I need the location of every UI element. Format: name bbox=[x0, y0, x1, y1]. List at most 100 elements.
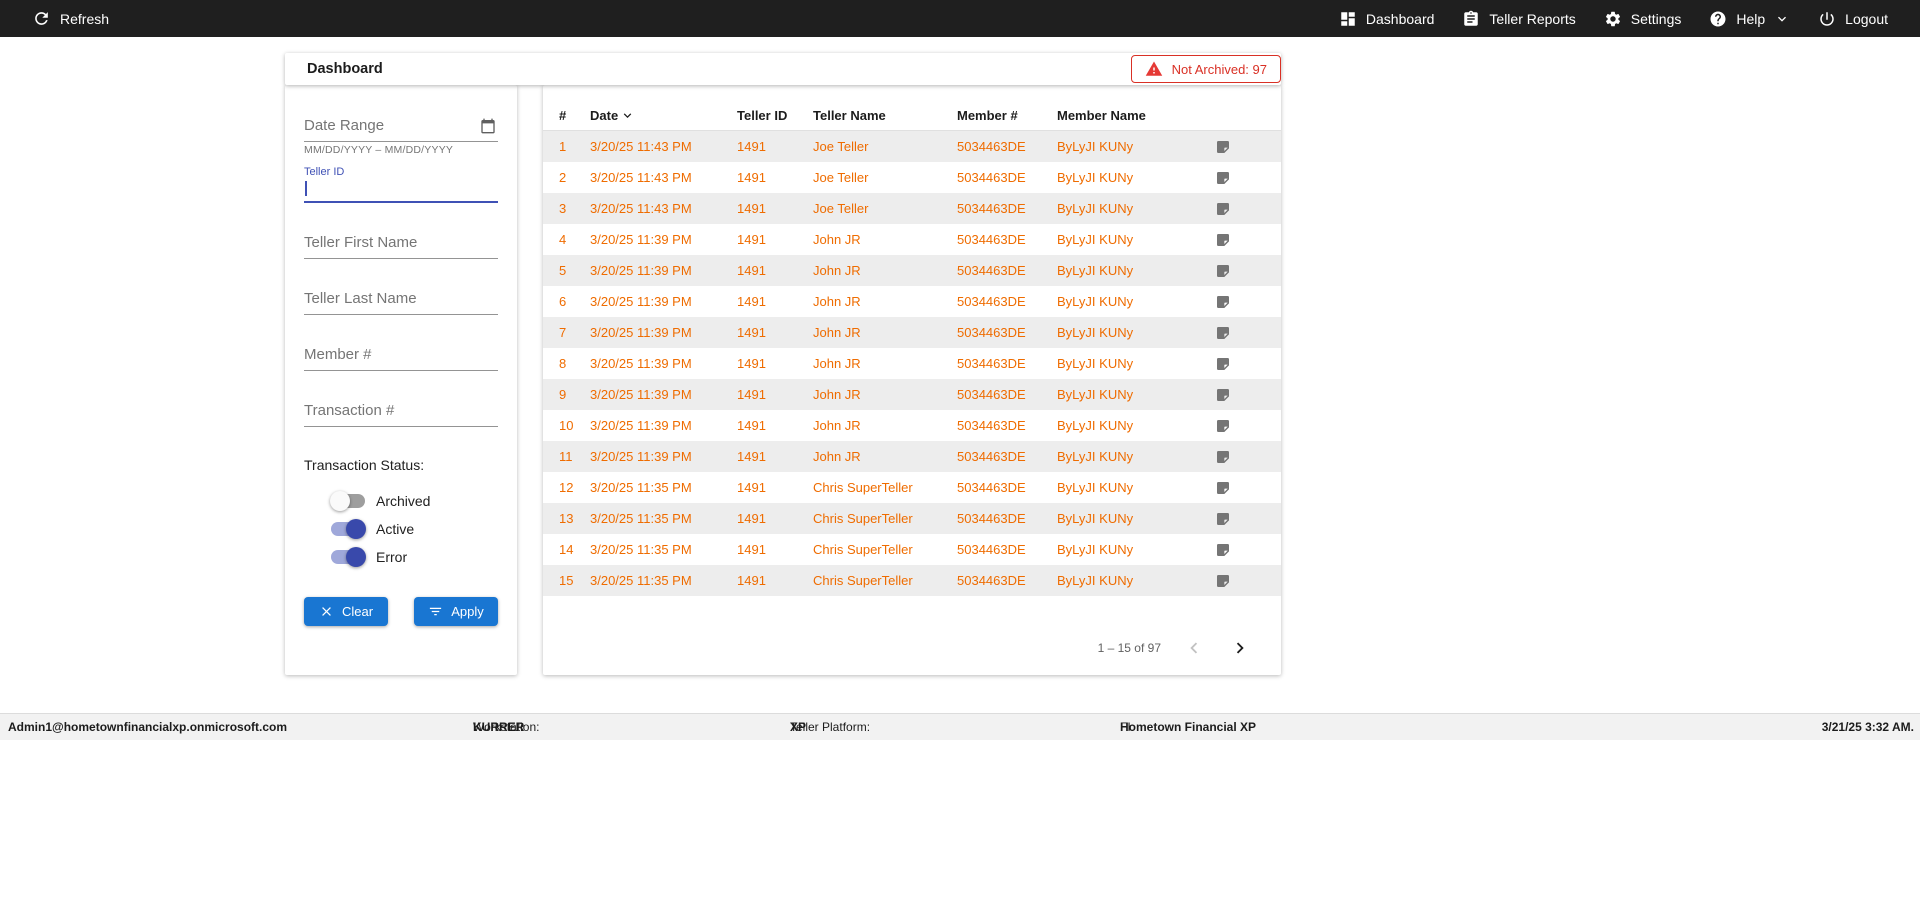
table-row[interactable]: 13 3/20/25 11:35 PM 1491 Chris SuperTell… bbox=[543, 503, 1281, 534]
top-navbar: Refresh Dashboard Teller Reports Setting… bbox=[0, 0, 1920, 37]
cell-notes bbox=[1215, 263, 1281, 279]
not-archived-badge: Not Archived: 97 bbox=[1130, 55, 1281, 83]
cell-date: 3/20/25 11:35 PM bbox=[590, 511, 692, 526]
cell-teller-name: John JR bbox=[813, 294, 861, 309]
archived-switch[interactable] bbox=[330, 491, 366, 511]
table-row[interactable]: 5 3/20/25 11:39 PM 1491 John JR 5034463D… bbox=[543, 255, 1281, 286]
toggle-error[interactable]: Error bbox=[330, 543, 498, 571]
filter-panel: MM/DD/YYYY – MM/DD/YYYY Teller ID Transa… bbox=[285, 85, 517, 675]
cell-teller-name: John JR bbox=[813, 387, 861, 402]
note-icon[interactable] bbox=[1215, 356, 1231, 372]
note-icon[interactable] bbox=[1215, 449, 1231, 465]
cell-notes bbox=[1215, 573, 1281, 589]
note-icon[interactable] bbox=[1215, 387, 1231, 403]
toggle-active[interactable]: Active bbox=[330, 515, 498, 543]
cell-date: 3/20/25 11:39 PM bbox=[590, 294, 692, 309]
nav-settings-label: Settings bbox=[1630, 10, 1682, 27]
nav-dashboard-label: Dashboard bbox=[1365, 10, 1435, 27]
cell-notes bbox=[1215, 480, 1281, 496]
member-number-input[interactable] bbox=[304, 340, 498, 371]
note-icon[interactable] bbox=[1215, 139, 1231, 155]
table-row[interactable]: 12 3/20/25 11:35 PM 1491 Chris SuperTell… bbox=[543, 472, 1281, 503]
note-icon[interactable] bbox=[1215, 573, 1231, 589]
cell-member-name: ByLyJI KUNy bbox=[1057, 356, 1134, 371]
cell-teller-name: John JR bbox=[813, 418, 861, 433]
nav-help[interactable]: Help bbox=[1695, 0, 1804, 37]
teller-last-name-input[interactable] bbox=[304, 284, 498, 315]
teller-id-field bbox=[304, 178, 498, 203]
cell-teller-id: 1491 bbox=[737, 356, 766, 371]
note-icon[interactable] bbox=[1215, 418, 1231, 434]
apply-button[interactable]: Apply bbox=[414, 597, 498, 626]
table-row[interactable]: 10 3/20/25 11:39 PM 1491 John JR 5034463… bbox=[543, 410, 1281, 441]
cell-teller-id: 1491 bbox=[737, 449, 766, 464]
table-row[interactable]: 7 3/20/25 11:39 PM 1491 John JR 5034463D… bbox=[543, 317, 1281, 348]
chevron-right-icon bbox=[1236, 642, 1244, 654]
cell-date: 3/20/25 11:43 PM bbox=[590, 170, 692, 185]
cell-notes bbox=[1215, 449, 1281, 465]
teller-id-input[interactable] bbox=[304, 178, 498, 203]
nav-logout[interactable]: Logout bbox=[1804, 0, 1902, 37]
cell-member-number: 5034463DE bbox=[957, 294, 1026, 309]
cell-date: 3/20/25 11:35 PM bbox=[590, 573, 692, 588]
refresh-button[interactable]: Refresh bbox=[18, 0, 123, 37]
table-row[interactable]: 11 3/20/25 11:39 PM 1491 John JR 5034463… bbox=[543, 441, 1281, 472]
nav-settings[interactable]: Settings bbox=[1590, 0, 1696, 37]
cell-member-number: 5034463DE bbox=[957, 511, 1026, 526]
help-icon bbox=[1710, 11, 1726, 26]
cell-row-number: 1 bbox=[559, 139, 567, 154]
cell-member-number: 5034463DE bbox=[957, 387, 1026, 402]
table-row[interactable]: 15 3/20/25 11:35 PM 1491 Chris SuperTell… bbox=[543, 565, 1281, 596]
note-icon[interactable] bbox=[1215, 232, 1231, 248]
teller-first-name-input[interactable] bbox=[304, 228, 498, 259]
cell-date: 3/20/25 11:39 PM bbox=[590, 263, 692, 278]
cell-member-number: 5034463DE bbox=[957, 170, 1026, 185]
table-row[interactable]: 14 3/20/25 11:35 PM 1491 Chris SuperTell… bbox=[543, 534, 1281, 565]
pagination: 1 – 15 of 97 bbox=[1098, 635, 1253, 661]
toggle-archived[interactable]: Archived bbox=[330, 487, 498, 515]
note-icon[interactable] bbox=[1215, 170, 1231, 186]
table-row[interactable]: 8 3/20/25 11:39 PM 1491 John JR 5034463D… bbox=[543, 348, 1281, 379]
cell-member-name: ByLyJI KUNy bbox=[1057, 170, 1134, 185]
cell-row-number: 14 bbox=[559, 542, 574, 557]
transaction-number-input[interactable] bbox=[304, 396, 498, 427]
note-icon[interactable] bbox=[1215, 480, 1231, 496]
note-icon[interactable] bbox=[1215, 542, 1231, 558]
col-date-sort[interactable]: Date bbox=[590, 108, 737, 123]
date-range-field bbox=[304, 111, 498, 142]
error-toggle-label: Error bbox=[376, 549, 408, 565]
clear-button[interactable]: Clear bbox=[304, 597, 388, 626]
table-row[interactable]: 1 3/20/25 11:43 PM 1491 Joe Teller 50344… bbox=[543, 131, 1281, 162]
cell-date: 3/20/25 11:39 PM bbox=[590, 449, 692, 464]
note-icon[interactable] bbox=[1215, 263, 1231, 279]
teller-last-name-field bbox=[304, 284, 498, 315]
date-range-input[interactable] bbox=[304, 111, 498, 142]
col-date-label: Date bbox=[590, 108, 619, 123]
platform-label: Teller Platform: bbox=[790, 720, 871, 734]
teller-id-label: Teller ID bbox=[304, 166, 345, 178]
next-page-button[interactable] bbox=[1227, 635, 1253, 661]
note-icon[interactable] bbox=[1215, 201, 1231, 217]
cell-row-number: 2 bbox=[559, 170, 567, 185]
cell-teller-id: 1491 bbox=[737, 139, 766, 154]
note-icon[interactable] bbox=[1215, 294, 1231, 310]
nav-teller-reports-label: Teller Reports bbox=[1489, 10, 1576, 27]
table-row[interactable]: 6 3/20/25 11:39 PM 1491 John JR 5034463D… bbox=[543, 286, 1281, 317]
table-row[interactable]: 4 3/20/25 11:39 PM 1491 John JR 5034463D… bbox=[543, 224, 1281, 255]
table-row[interactable]: 2 3/20/25 11:43 PM 1491 Joe Teller 50344… bbox=[543, 162, 1281, 193]
dashboard-icon bbox=[1341, 11, 1355, 26]
nav-dashboard[interactable]: Dashboard bbox=[1325, 0, 1449, 37]
note-icon[interactable] bbox=[1215, 325, 1231, 341]
error-switch[interactable] bbox=[330, 547, 366, 567]
archived-toggle-label: Archived bbox=[376, 493, 431, 509]
col-member-number: Member # bbox=[957, 108, 1018, 123]
table-row[interactable]: 3 3/20/25 11:43 PM 1491 Joe Teller 50344… bbox=[543, 193, 1281, 224]
calendar-icon[interactable] bbox=[480, 118, 496, 134]
current-datetime: 3/21/25 3:32 AM. bbox=[1821, 720, 1914, 734]
table-row[interactable]: 9 3/20/25 11:39 PM 1491 John JR 5034463D… bbox=[543, 379, 1281, 410]
cell-row-number: 7 bbox=[559, 325, 567, 340]
nav-teller-reports[interactable]: Teller Reports bbox=[1448, 0, 1589, 37]
active-switch[interactable] bbox=[330, 519, 366, 539]
note-icon[interactable] bbox=[1215, 511, 1231, 527]
cell-member-number: 5034463DE bbox=[957, 263, 1026, 278]
